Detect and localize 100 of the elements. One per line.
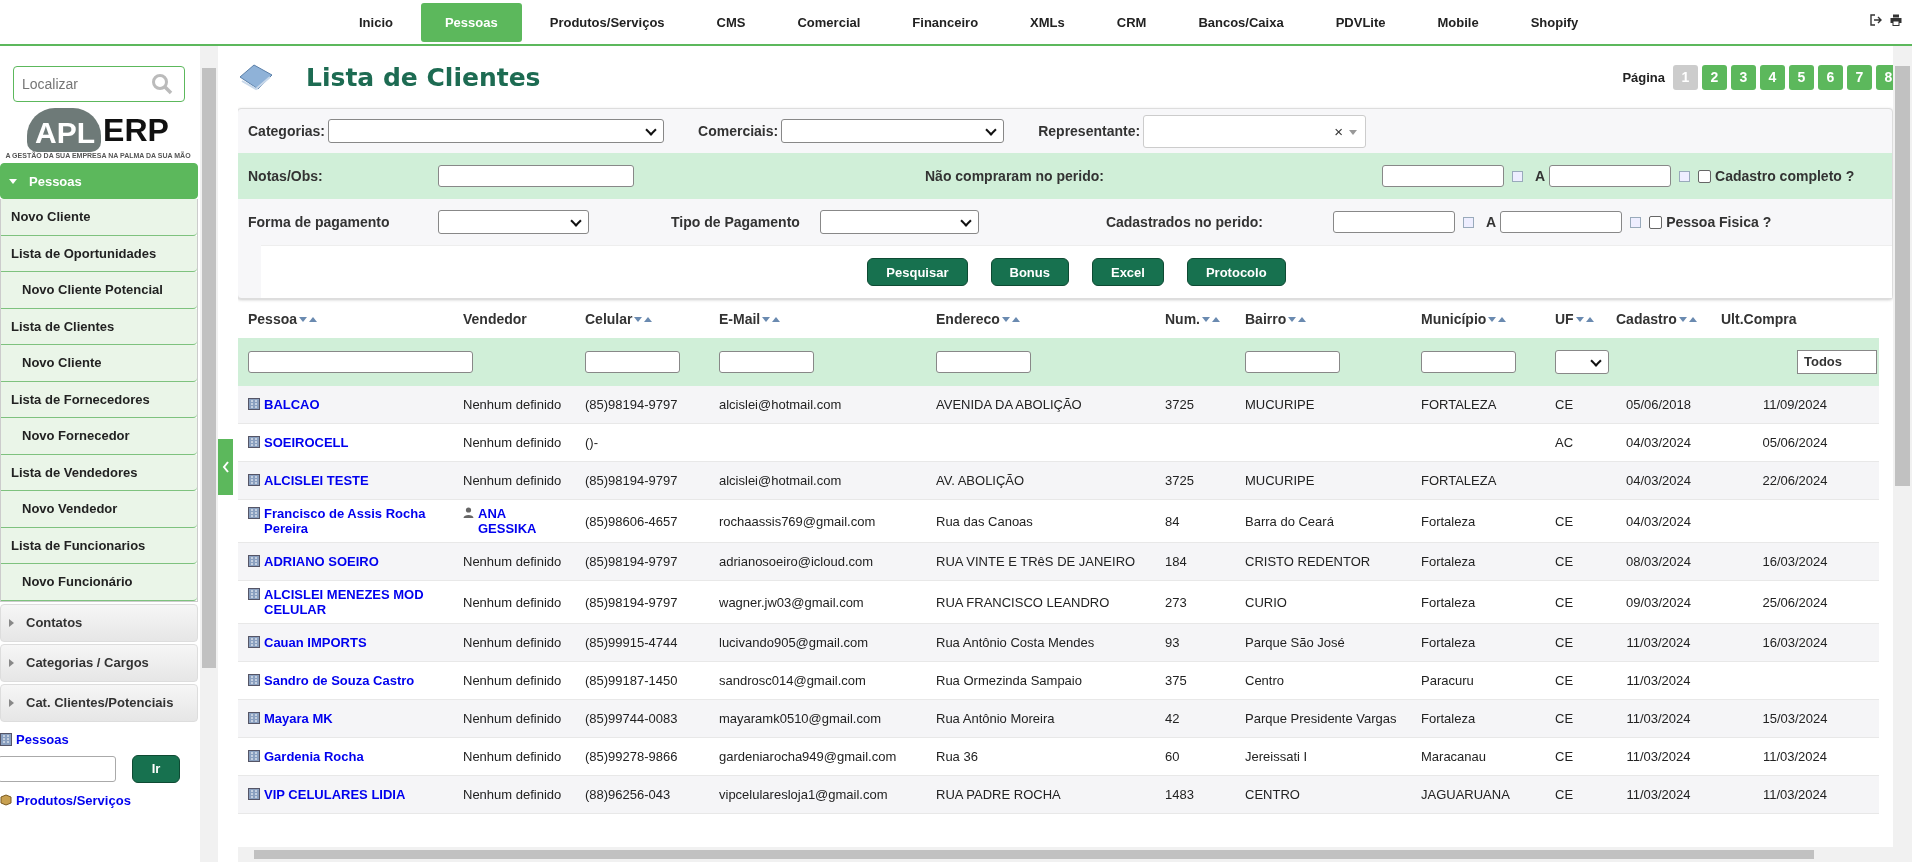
menu-item[interactable]: Lista de Fornecedores: [1, 381, 197, 418]
checkbox[interactable]: [1698, 169, 1712, 183]
column-filter-field[interactable]: [1421, 351, 1516, 373]
accordion-header[interactable]: Contatos: [0, 603, 198, 642]
nav-tab[interactable]: Comercial: [773, 2, 885, 42]
scrollbar[interactable]: [1893, 46, 1912, 862]
action-button[interactable]: Excel: [1091, 258, 1164, 286]
sort-icon[interactable]: [1488, 314, 1507, 323]
client-link[interactable]: BALCAO: [264, 396, 320, 412]
uf-cell: CE: [1555, 635, 1574, 650]
nav-tab[interactable]: PDVLite: [1311, 2, 1410, 42]
menu-item[interactable]: Lista de Vendedores: [1, 454, 197, 491]
column-header[interactable]: Ult.Compra: [1721, 310, 1797, 327]
sort-icon[interactable]: [1202, 314, 1220, 323]
collapse-sidebar-button[interactable]: [218, 439, 233, 495]
logout-icon[interactable]: [1870, 14, 1882, 26]
nav-tab[interactable]: Bancos/Caixa: [1174, 2, 1308, 42]
sort-icon[interactable]: [299, 314, 318, 323]
scrollbar[interactable]: [238, 847, 1893, 862]
column-filter-field[interactable]: [936, 351, 1031, 373]
search-field[interactable]: Localizar: [13, 66, 185, 102]
column-header[interactable]: Vendedor: [463, 310, 527, 327]
products-link[interactable]: Produtos/Serviços: [16, 792, 131, 808]
column-filter-field[interactable]: [719, 351, 814, 373]
client-link[interactable]: Sandro de Souza Castro: [264, 672, 415, 688]
calendar-icon[interactable]: [1630, 216, 1642, 228]
seller-cell: Nenhum definido: [463, 787, 562, 802]
column-header[interactable]: Bairro: [1245, 310, 1287, 327]
phone-cell: (85)98194-9797: [585, 594, 678, 610]
nav-tab[interactable]: CRM: [1092, 2, 1171, 42]
client-link[interactable]: Mayara MK: [264, 710, 333, 726]
accordion-header[interactable]: Cat. Clientes/Potenciais: [0, 683, 198, 722]
payment-method-dropdown[interactable]: [438, 210, 589, 234]
notes-input-field[interactable]: [438, 165, 634, 187]
seller-link[interactable]: ANA GESSIKA: [478, 506, 565, 536]
action-button[interactable]: Pesquisar: [867, 258, 968, 286]
calendar-icon[interactable]: [1511, 170, 1523, 182]
client-link[interactable]: Francisco de Assis Rocha Pereira: [264, 506, 443, 536]
calendar-icon[interactable]: [1679, 170, 1691, 182]
menu-item[interactable]: Novo Cliente Potencial: [1, 272, 197, 309]
city-cell: FORTALEZA: [1421, 397, 1497, 412]
column-header[interactable]: Pessoa: [248, 310, 298, 327]
sort-icon[interactable]: [634, 314, 653, 323]
date-to-field[interactable]: [1500, 211, 1623, 233]
column-header[interactable]: E-Mail: [719, 310, 761, 327]
menu-item[interactable]: Novo Fornecedor: [1, 418, 197, 455]
sort-icon[interactable]: [762, 314, 781, 323]
column-header[interactable]: Num.: [1165, 310, 1200, 327]
nav-tab[interactable]: Mobile: [1413, 2, 1503, 42]
column-header[interactable]: UF: [1555, 310, 1574, 327]
nav-tab[interactable]: Financeiro: [888, 2, 1003, 42]
sales-dropdown[interactable]: [781, 119, 1005, 143]
column-header[interactable]: Celular: [585, 310, 633, 327]
printer-icon[interactable]: [1890, 14, 1902, 26]
calendar-icon[interactable]: [1463, 216, 1474, 228]
menu-item[interactable]: Novo Vendedor: [1, 491, 197, 528]
building-icon: [248, 787, 260, 800]
client-link[interactable]: Gardenia Rocha: [264, 748, 364, 764]
menu-item[interactable]: Lista de Funcionarios: [1, 527, 197, 564]
payment-type-dropdown[interactable]: [819, 210, 979, 234]
date-to-field[interactable]: [1549, 165, 1672, 187]
client-link[interactable]: SOEIROCELL: [264, 434, 349, 450]
address-cell: AVENIDA DA ABOLIÇÃO: [936, 397, 1082, 412]
date-from-field[interactable]: [1333, 211, 1455, 233]
menu-item[interactable]: Lista de Oportunidades: [1, 235, 197, 272]
client-link[interactable]: ALCISLEI MENEZES MOD CELULAR: [264, 587, 443, 617]
scrollbar[interactable]: [200, 46, 218, 862]
quick-input-field[interactable]: [0, 755, 116, 782]
action-button[interactable]: Protocolo: [1186, 258, 1286, 286]
nav-tab[interactable]: Inicio: [335, 2, 417, 42]
sort-icon[interactable]: [1288, 314, 1307, 323]
clear-icon[interactable]: ×: [1334, 122, 1344, 140]
sort-icon[interactable]: [1678, 314, 1697, 323]
column-filter-field[interactable]: [585, 351, 680, 373]
column-filter-field[interactable]: [1245, 351, 1340, 373]
sort-icon[interactable]: [1575, 314, 1594, 323]
date-from-field[interactable]: [1381, 165, 1504, 187]
nav-tab[interactable]: XMLs: [1006, 2, 1089, 42]
accordion-header[interactable]: Categorias / Cargos: [0, 643, 198, 682]
action-button[interactable]: Bonus: [990, 258, 1069, 286]
checkbox[interactable]: [1649, 215, 1663, 229]
categories-dropdown[interactable]: [328, 119, 665, 143]
column-filter-dropdown[interactable]: [1555, 350, 1609, 374]
menu-item[interactable]: Novo Cliente: [1, 199, 197, 236]
column-header[interactable]: Município: [1421, 310, 1487, 327]
go-button[interactable]: Ir: [132, 754, 180, 783]
nav-tab[interactable]: CMS: [692, 2, 770, 42]
client-link[interactable]: Cauan IMPORTS: [264, 634, 367, 650]
representative-dropdown[interactable]: ×: [1143, 114, 1367, 148]
nav-tab[interactable]: Shopify: [1506, 2, 1603, 42]
menu-item[interactable]: Novo Funcionário: [1, 564, 197, 601]
column-header[interactable]: Endereco: [936, 310, 1000, 327]
column-header[interactable]: Cadastro: [1616, 310, 1677, 327]
nav-tab[interactable]: Produtos/Serviços: [525, 2, 689, 42]
menu-item[interactable]: Novo Cliente: [1, 345, 197, 382]
pessoas-link[interactable]: Pessoas: [16, 731, 69, 747]
sort-icon[interactable]: [1001, 314, 1020, 323]
menu-item[interactable]: Lista de Clientes: [1, 308, 197, 345]
column-filter-field[interactable]: [248, 351, 473, 373]
status-dropdown[interactable]: Todos: [1797, 350, 1877, 374]
